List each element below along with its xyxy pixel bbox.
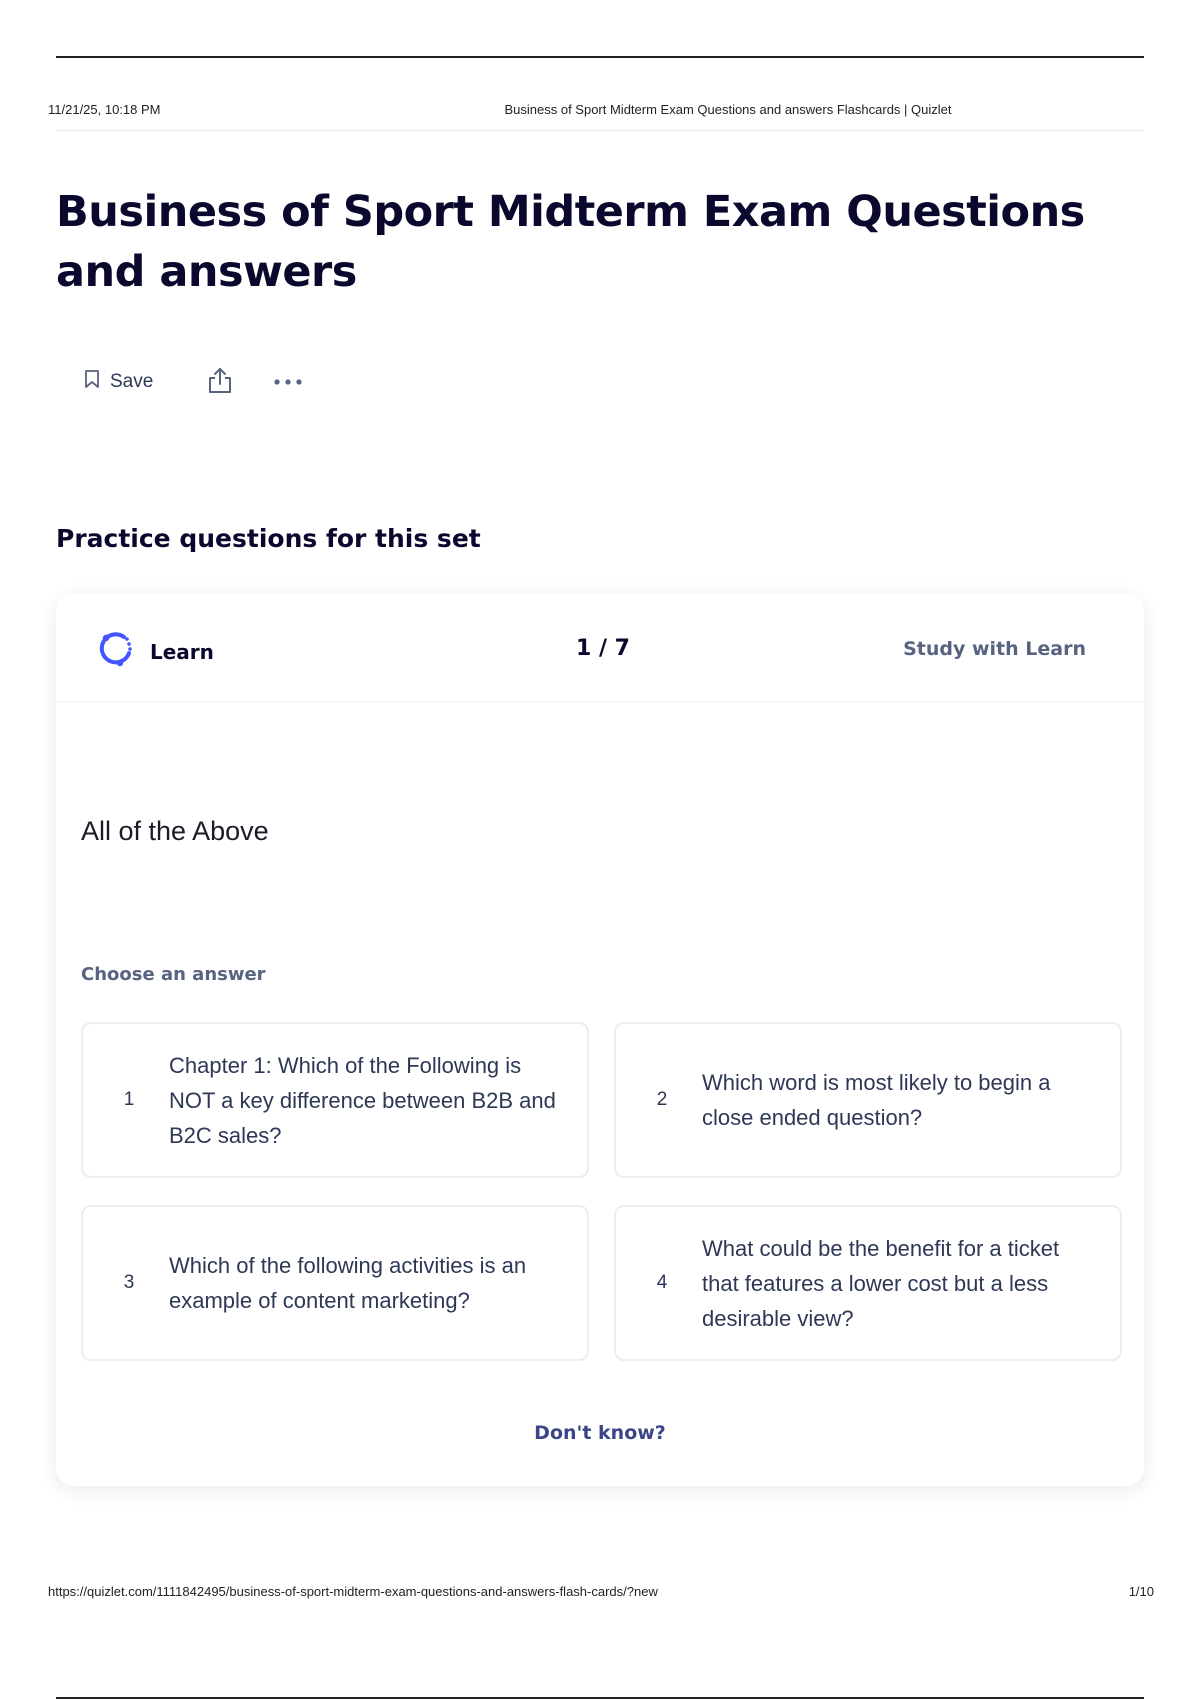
answer-option-2[interactable]: 2 Which word is most likely to begin a c…	[614, 1022, 1122, 1178]
question-counter: 1 / 7	[576, 636, 630, 661]
study-with-learn-link[interactable]: Study with Learn	[903, 638, 1086, 660]
answer-option-4[interactable]: 4 What could be the benefit for a ticket…	[614, 1205, 1122, 1361]
option-number: 1	[123, 1089, 135, 1110]
set-actions: Save	[84, 362, 303, 402]
option-text: Which word is most likely to begin a clo…	[702, 1070, 1051, 1130]
print-header: 11/21/25, 10:18 PM Business of Sport Mid…	[48, 102, 1152, 124]
option-text: Which of the following activities is an …	[169, 1253, 527, 1313]
practice-heading: Practice questions for this set	[56, 524, 481, 553]
print-date: 11/21/25, 10:18 PM	[48, 102, 161, 117]
print-url: https://quizlet.com/1111842495/business-…	[48, 1584, 658, 1599]
dont-know-button[interactable]: Don't know?	[56, 1422, 1144, 1444]
page-bottom-rule	[56, 1697, 1144, 1699]
practice-card-header: Learn 1 / 7 Study with Learn	[56, 594, 1144, 702]
more-horizontal-icon	[273, 373, 303, 391]
bookmark-icon	[84, 369, 100, 395]
option-number: 4	[656, 1272, 668, 1293]
option-text: What could be the benefit for a ticket t…	[702, 1235, 1060, 1331]
learn-mode-label[interactable]: Learn	[94, 628, 214, 675]
learn-icon	[94, 628, 136, 675]
mode-label: Learn	[150, 639, 214, 664]
answer-option-1[interactable]: 1 Chapter 1: Which of the Following is N…	[81, 1022, 589, 1178]
save-label: Save	[110, 371, 154, 392]
print-doc-title: Business of Sport Midterm Exam Questions…	[504, 102, 952, 117]
answer-option-3[interactable]: 3 Which of the following activities is a…	[81, 1205, 589, 1361]
option-text: Chapter 1: Which of the Following is NOT…	[169, 1052, 556, 1148]
page-number: 1/10	[1128, 1584, 1154, 1599]
practice-card: Learn 1 / 7 Study with Learn All of the …	[56, 594, 1144, 1486]
option-number: 2	[656, 1089, 668, 1110]
header-divider	[56, 130, 1144, 131]
set-title: Business of Sport Midterm Exam Questions…	[56, 187, 1085, 297]
share-button[interactable]	[207, 366, 233, 399]
choose-answer-label: Choose an answer	[81, 964, 266, 985]
option-number: 3	[123, 1272, 135, 1293]
save-button[interactable]: Save	[84, 369, 153, 395]
print-footer: https://quizlet.com/1111842495/business-…	[48, 1584, 1154, 1604]
question-prompt: All of the Above	[81, 816, 269, 846]
more-options-button[interactable]	[273, 373, 303, 391]
share-icon	[207, 366, 233, 399]
page-top-rule	[56, 56, 1144, 58]
